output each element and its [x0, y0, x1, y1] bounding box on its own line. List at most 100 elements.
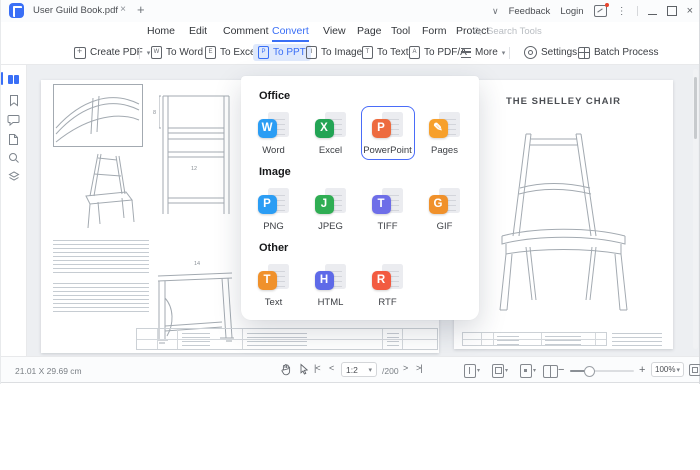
sidebar-item-comments[interactable] [1, 111, 26, 129]
excel-icon: X [314, 119, 334, 138]
layers-icon [7, 171, 20, 181]
text-icon: T [257, 271, 277, 290]
first-page-button[interactable]: |< [314, 363, 321, 373]
gear-icon [524, 46, 537, 59]
sidebar-item-thumbnails[interactable] [1, 70, 26, 88]
convert-option-pages[interactable]: ✎ Pages [418, 106, 472, 160]
convert-dropdown-panel: Office W Word X Excel P PowerPoint ✎ Pag… [241, 76, 479, 320]
page-number-input[interactable]: 1:2 ▾ [341, 362, 377, 377]
tab-tool[interactable]: Tool [391, 25, 410, 40]
more-menu-icon[interactable]: ⋮ [617, 6, 627, 17]
caret-down-icon[interactable]: ▾ [533, 367, 536, 374]
caret-down-icon: ▾ [676, 366, 680, 374]
search-tools[interactable]: Search Tools [473, 26, 542, 37]
window-controls: ∨ Feedback Login ⋮ × [492, 0, 693, 22]
zoom-slider[interactable] [570, 366, 634, 377]
page-layout-icon[interactable] [492, 364, 504, 378]
tab-convert[interactable]: Convert [272, 25, 309, 42]
sidebar-item-search[interactable] [1, 149, 26, 167]
close-button[interactable]: × [687, 5, 693, 17]
zoom-out-button[interactable]: − [558, 364, 564, 376]
prev-page-button[interactable]: < [329, 363, 334, 373]
tab-page[interactable]: Page [357, 25, 382, 40]
toolbar-separator [509, 47, 510, 59]
sidebar-item-bookmarks[interactable] [1, 91, 26, 109]
chair-sketch-drawing [85, 153, 135, 229]
document-tab[interactable]: User Guild Book.pdf [33, 5, 118, 16]
two-page-view-icon[interactable] [543, 365, 558, 378]
batch-grid-icon [578, 46, 590, 59]
whats-new-icon[interactable] [593, 3, 609, 17]
tab-form[interactable]: Form [422, 25, 447, 40]
file-icon [9, 133, 18, 145]
caret-down-icon[interactable]: ▾ [477, 367, 480, 374]
convert-option-jpeg[interactable]: J JPEG [304, 182, 358, 236]
bookmark-icon [9, 94, 18, 106]
tiff-icon: T [371, 195, 391, 214]
pdf-page-right[interactable]: THE SHELLEY CHAIR [454, 80, 673, 349]
page-heading: THE SHELLEY CHAIR [505, 96, 621, 107]
menu-bar: Home Edit Comment Convert View Page Tool… [1, 22, 699, 42]
tab-view[interactable]: View [323, 25, 346, 40]
vertical-scrollbar[interactable] [693, 69, 698, 349]
convert-option-word[interactable]: W Word [247, 106, 301, 160]
left-sidebar [1, 65, 27, 356]
title-block-table [462, 332, 607, 346]
select-tool-icon[interactable] [298, 363, 310, 381]
to-word-button[interactable]: W To Word [146, 44, 208, 61]
html-icon: H [314, 271, 334, 290]
login-link[interactable]: Login [560, 6, 583, 17]
new-tab-button[interactable]: + [137, 2, 145, 17]
hand-tool-icon[interactable] [280, 363, 292, 381]
tab-close-icon[interactable]: × [117, 4, 129, 15]
caret-down-icon: ▾ [501, 49, 506, 57]
more-tools-button[interactable]: More ▾ [456, 44, 510, 61]
section-title-image: Image [259, 166, 291, 178]
convert-option-excel[interactable]: X Excel [304, 106, 358, 160]
tab-edit[interactable]: Edit [189, 25, 207, 40]
caret-down-icon[interactable]: ▾ [505, 367, 508, 374]
shelley-chair-drawing [499, 133, 628, 311]
convert-option-tiff[interactable]: T TIFF [361, 182, 415, 236]
pdfelement-app: User Guild Book.pdf × + ∨ Feedback Login… [0, 0, 700, 470]
batch-process-button[interactable]: Batch Process [573, 44, 663, 61]
caret-down-icon: ▾ [368, 366, 372, 374]
dimension-label: 8 [153, 110, 157, 116]
feedback-link[interactable]: Feedback [509, 6, 551, 17]
tab-comment[interactable]: Comment [223, 25, 269, 40]
word-doc-icon: W [151, 46, 162, 59]
zoom-slider-knob[interactable] [584, 366, 595, 377]
convert-option-png[interactable]: P PNG [247, 182, 301, 236]
fit-screen-icon[interactable] [689, 364, 700, 376]
convert-option-powerpoint[interactable]: P PowerPoint [360, 106, 415, 160]
sidebar-item-layers[interactable] [1, 167, 26, 185]
tab-home[interactable]: Home [147, 25, 175, 40]
section-title-office: Office [259, 90, 291, 102]
minimize-button[interactable] [647, 13, 657, 15]
paragraph-text-block [53, 283, 149, 315]
app-logo-icon [9, 3, 24, 18]
dimension-label: 12 [191, 166, 198, 172]
convert-option-rtf[interactable]: R RTF [361, 258, 415, 312]
create-pdf-button[interactable]: Create PDF ▾ [69, 44, 155, 61]
zoom-in-button[interactable]: + [639, 364, 645, 376]
scrollbar-thumb[interactable] [694, 77, 697, 139]
maximize-button[interactable] [666, 6, 677, 16]
last-page-button[interactable]: >| [416, 363, 423, 373]
convert-option-gif[interactable]: G GIF [418, 182, 472, 236]
excel-doc-icon: E [205, 46, 216, 59]
reading-mode-icon[interactable] [520, 364, 532, 378]
convert-option-html[interactable]: H HTML [304, 258, 358, 312]
title-bar: User Guild Book.pdf × + ∨ Feedback Login… [1, 0, 699, 22]
sidebar-item-attachments[interactable] [1, 130, 26, 148]
next-page-button[interactable]: > [403, 363, 408, 373]
convert-option-text[interactable]: T Text [247, 258, 301, 312]
collapse-toolbar-icon[interactable]: ∨ [492, 6, 499, 17]
toolbar-separator [139, 47, 140, 59]
convert-toolbar: Create PDF ▾ W To Word E To Excel P To P… [1, 42, 699, 65]
pages-icon: ✎ [428, 119, 448, 138]
single-page-view-icon[interactable] [464, 364, 476, 378]
zoom-level-select[interactable]: 100% ▾ [651, 362, 684, 377]
image-row: P PNG J JPEG T TIFF G GIF [241, 182, 479, 238]
title-block-table [136, 328, 438, 350]
